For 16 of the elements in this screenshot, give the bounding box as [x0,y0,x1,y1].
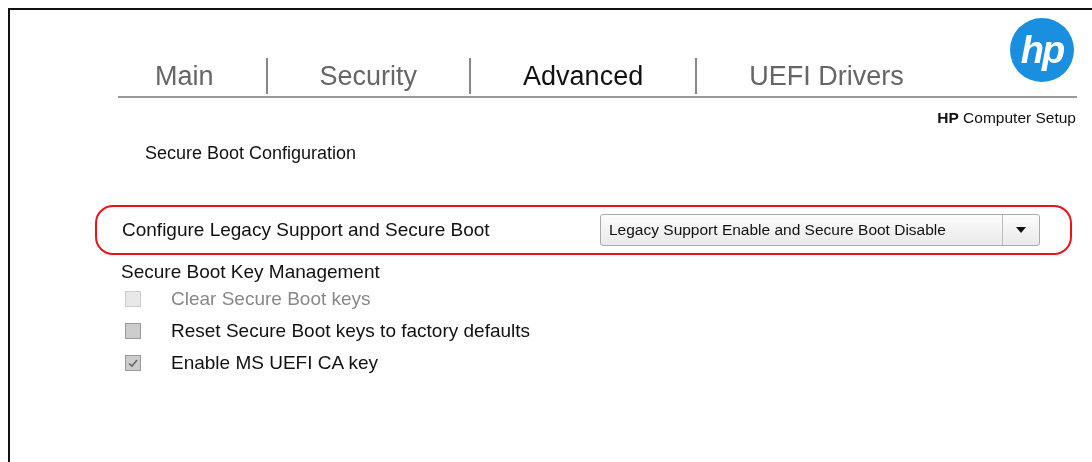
checkbox-label: Enable MS UEFI CA key [171,352,378,374]
checkbox-label: Reset Secure Boot keys to factory defaults [171,320,531,342]
logo: hp [1010,18,1074,82]
tab[interactable]: Advanced [523,60,644,92]
group-title: Secure Boot Key Management [121,261,381,283]
checkbox[interactable] [125,323,141,339]
tab[interactable]: Security [319,60,418,92]
setting-label: Configure Legacy Support and Secure Boot [122,219,490,241]
dropdown[interactable]: Legacy Support Enable and Secure Boot Disable [600,214,1040,246]
app-subtitle: HP Computer Setup [936,109,1076,127]
caret-icon [1016,227,1026,233]
checkbox-label: Clear Secure Boot keys [171,288,371,310]
section-title: Secure Boot Configuration [145,143,358,164]
tab[interactable]: Main [155,60,214,92]
tab[interactable]: UEFI Drivers [749,60,904,92]
checkbox[interactable] [125,355,141,371]
